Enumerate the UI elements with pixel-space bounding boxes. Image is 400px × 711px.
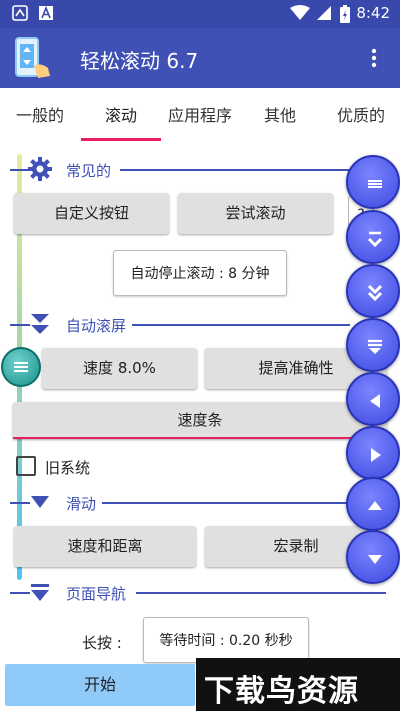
tab-premium[interactable]: 优质的 [322,88,400,144]
wifi-icon [290,5,310,20]
auto-stop-button[interactable]: 自动停止滚动 : 8 分钟 [113,250,287,296]
fab-scroll-to-bottom[interactable] [346,318,400,372]
try-scroll-button[interactable]: 尝试滚动 [178,193,333,234]
tab-scroll[interactable]: 滚动 [81,88,161,144]
section-title-slide: 滑动 [66,495,97,513]
section-divider [10,324,30,326]
speed-distance-button[interactable]: 速度和距离 [14,526,196,567]
fab-fast-down[interactable] [346,264,400,318]
watermark-text: 下载鸟资源 [204,674,359,709]
triangle-left-icon [370,394,380,408]
section-divider [10,592,30,594]
watermark: 下载鸟资源 [196,658,400,711]
fab-right[interactable] [346,426,400,480]
keyboard-a-icon [39,5,53,20]
fab-left[interactable] [346,372,400,426]
tab-general[interactable]: 一般的 [0,88,80,144]
tab-indicator [81,138,161,141]
section-divider [120,169,350,171]
old-system-label: 旧系统 [45,459,91,477]
fab-page-down[interactable] [346,210,400,264]
fab-down[interactable] [346,530,400,584]
double-down-arrow-icon [31,314,49,334]
section-title-common: 常见的 [66,162,112,180]
speed-button[interactable]: 速度 8.0% [42,348,197,389]
battery-icon [340,5,350,23]
app-bar: 轻松滚动 6.7 [0,28,400,88]
tab-bar: 一般的 滚动 应用程序 其他 优质的 [0,88,400,144]
lines-triangle-down-icon [368,339,382,354]
double-chevron-down-icon [367,284,383,302]
line-chevron-down-icon [367,231,383,248]
speed-bar-button[interactable]: 速度条 [13,402,387,439]
notification-icon [12,5,28,21]
tab-other[interactable]: 其他 [238,88,322,144]
triangle-up-icon [368,501,382,510]
signal-icon [317,6,331,20]
fab-up[interactable] [346,477,400,531]
section-divider [136,592,386,594]
gear-icon [28,157,52,181]
section-divider [10,502,30,504]
speed-bar-underline [13,437,387,439]
old-system-checkbox[interactable] [16,456,36,476]
start-button[interactable]: 开始 [5,664,195,706]
status-bar: 8:42 [0,0,400,28]
page-nav-icon [31,584,49,601]
handle-lines-icon [14,362,28,372]
triangle-right-icon [371,448,381,462]
section-title-auto-scroll: 自动滚屏 [66,317,127,335]
section-divider [132,324,350,326]
section-title-page-nav: 页面导航 [66,585,127,603]
wait-time-button[interactable]: 等待时间 : 0.20 秒秒 [143,617,309,663]
long-press-label: 长按 : [82,634,122,652]
custom-button[interactable]: 自定义按钮 [14,193,169,234]
app-logo-icon [15,37,50,78]
triangle-down-icon [368,555,382,564]
scroll-handle[interactable] [1,347,41,387]
fab-menu[interactable] [346,155,400,209]
section-divider [102,502,350,504]
menu-lines-icon [368,180,382,188]
more-vert-icon[interactable] [362,46,386,70]
down-triangle-icon [31,496,49,508]
section-divider [10,169,30,171]
status-time: 8:42 [356,4,390,22]
app-title: 轻松滚动 6.7 [80,49,199,73]
tab-apps[interactable]: 应用程序 [162,88,238,144]
